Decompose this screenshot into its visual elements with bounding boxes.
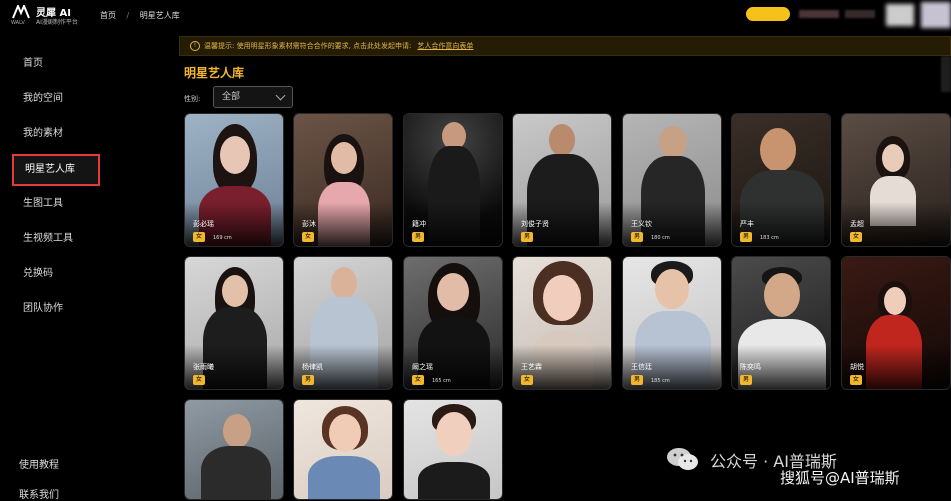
watermark-sohu: 搜狐号@AI普瑞斯: [780, 469, 900, 487]
cooperation-form-link[interactable]: 艺人合作意向表单: [417, 42, 473, 50]
gender-badge: 男: [302, 375, 314, 385]
artist-card[interactable]: [184, 399, 284, 500]
artist-name: 刘俊子贤: [521, 220, 549, 228]
artist-card[interactable]: [293, 399, 393, 500]
blurred-edge: [941, 56, 951, 92]
artist-height: 185 cm: [651, 378, 670, 384]
avatar[interactable]: [921, 2, 951, 28]
notice-banner: ! 温馨提示: 使用明星形象素材需符合合作的要求, 点击此处发起申请: 艺人合作意…: [179, 36, 951, 56]
gender-badge: 男: [412, 232, 424, 242]
sidebar-item-home[interactable]: 首页: [12, 50, 100, 78]
sidebar-item-contact[interactable]: 联系我们: [19, 486, 59, 501]
artist-card[interactable]: 阚之瑶 女 165 cm: [403, 256, 503, 390]
page-title: 明星艺人库: [184, 66, 245, 80]
blurred-info: [845, 10, 875, 18]
artist-card[interactable]: 王艺霖 女: [512, 256, 612, 390]
artist-name: 王义钦: [631, 220, 652, 228]
logo-mark-text: WALV: [11, 20, 25, 26]
artist-card[interactable]: [403, 399, 503, 500]
artist-card[interactable]: 胡悦 女: [841, 256, 951, 390]
artist-name: 籍冲: [412, 220, 426, 228]
sidebar-item-image-tool[interactable]: 生图工具: [12, 190, 100, 218]
artist-card[interactable]: 籍冲 男: [403, 113, 503, 247]
gender-badge: 男: [521, 232, 533, 242]
wechat-icon: [666, 446, 700, 472]
sidebar-item-my-assets[interactable]: 我的素材: [12, 120, 100, 148]
gender-badge: 女: [850, 375, 862, 385]
logo-icon[interactable]: [12, 5, 30, 19]
gender-badge: 女: [193, 375, 205, 385]
artist-card[interactable]: 孟超 女: [841, 113, 951, 247]
breadcrumb-current: 明星艺人库: [139, 11, 180, 20]
artist-name: 胡悦: [850, 363, 864, 371]
breadcrumb: 首页 / 明星艺人库: [100, 10, 180, 21]
artist-height: 169 cm: [213, 235, 232, 241]
notice-text: 温馨提示: 使用明星形象素材需符合合作的要求, 点击此处发起申请:: [204, 42, 412, 50]
artist-name: 彭沐: [302, 220, 316, 228]
gender-badge: 男: [631, 375, 643, 385]
artist-card[interactable]: 彭必瑶 女 169 cm: [184, 113, 284, 247]
brand-tagline: AI漫剧制作平台: [36, 19, 78, 26]
sidebar-item-video-tool[interactable]: 生视频工具: [12, 225, 100, 253]
sidebar-item-redeem-code[interactable]: 兑换码: [12, 260, 100, 288]
artist-name: 严丰: [740, 220, 754, 228]
artist-card[interactable]: 张雨曦 女: [184, 256, 284, 390]
gender-badge: 女: [302, 232, 314, 242]
gender-badge: 男: [631, 232, 643, 242]
artist-height: 183 cm: [760, 235, 779, 241]
artist-card[interactable]: 彭沐 女: [293, 113, 393, 247]
artist-card[interactable]: 严丰 男 183 cm: [731, 113, 831, 247]
artist-name: 张雨曦: [193, 363, 214, 371]
sidebar-item-my-space[interactable]: 我的空间: [12, 85, 100, 113]
artist-card[interactable]: 刘俊子贤 男: [512, 113, 612, 247]
gender-badge: 女: [412, 375, 424, 385]
sidebar-item-tutorial[interactable]: 使用教程: [19, 456, 59, 471]
gender-filter-label: 性别:: [184, 95, 201, 103]
artist-name: 阚之瑶: [412, 363, 433, 371]
artist-card[interactable]: 陈奕鸣 男: [731, 256, 831, 390]
sidebar-item-star-library[interactable]: 明星艺人库: [12, 154, 100, 186]
member-badge[interactable]: [746, 7, 790, 21]
breadcrumb-separator: /: [126, 11, 130, 20]
gender-badge: 男: [740, 232, 752, 242]
artist-name: 王艺霖: [521, 363, 542, 371]
top-header: WALV 灵犀 AI AI漫剧制作平台 首页 / 明星艺人库: [0, 0, 951, 32]
gender-badge: 女: [193, 232, 205, 242]
blurred-info: [799, 10, 839, 18]
artist-name: 孟超: [850, 220, 864, 228]
gender-badge: 男: [740, 375, 752, 385]
blurred-avatar: [886, 4, 914, 26]
user-area[interactable]: [741, 0, 951, 30]
gender-badge: 女: [521, 375, 533, 385]
gender-filter-select[interactable]: 全部: [213, 86, 293, 108]
sidebar: 首页 我的空间 我的素材 明星艺人库 生图工具 生视频工具 兑换码 团队协作 使…: [0, 32, 160, 501]
artist-card[interactable]: 王义钦 男 180 cm: [622, 113, 722, 247]
info-icon: !: [190, 41, 200, 51]
artist-card[interactable]: 王信廷 男 185 cm: [622, 256, 722, 390]
gender-filter-value: 全部: [222, 92, 241, 102]
artist-name: 陈奕鸣: [740, 363, 761, 371]
gender-badge: 女: [850, 232, 862, 242]
artist-name: 杨律凯: [302, 363, 323, 371]
chevron-down-icon: [275, 90, 286, 101]
artist-card[interactable]: 杨律凯 男: [293, 256, 393, 390]
artist-height: 165 cm: [432, 378, 451, 384]
artist-height: 180 cm: [651, 235, 670, 241]
artist-name: 王信廷: [631, 363, 652, 371]
sidebar-item-team[interactable]: 团队协作: [12, 295, 100, 323]
breadcrumb-home[interactable]: 首页: [100, 11, 116, 20]
artist-name: 彭必瑶: [193, 220, 214, 228]
